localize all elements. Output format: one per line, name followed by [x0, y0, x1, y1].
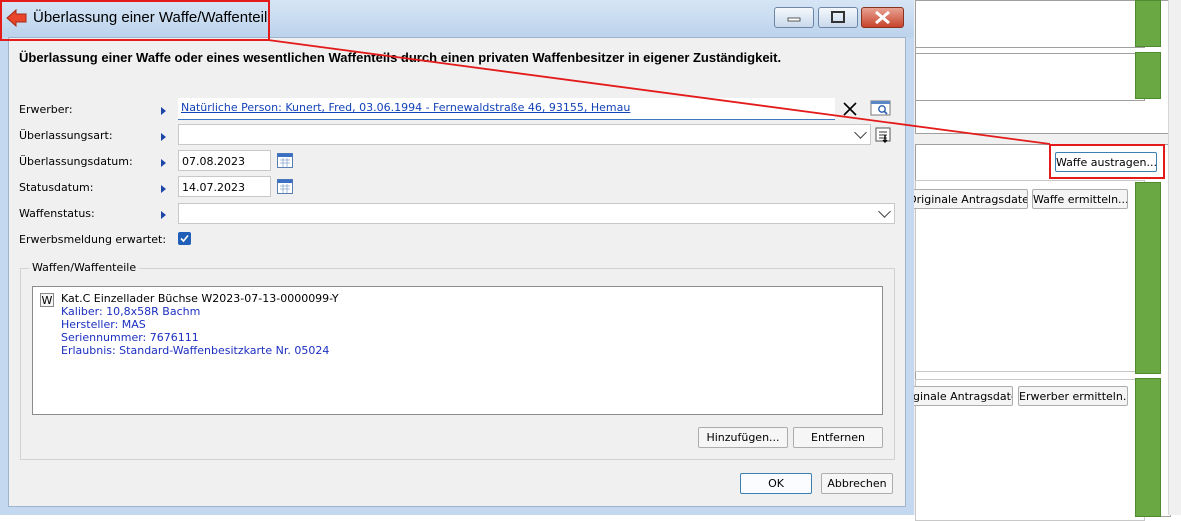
annotation-connector-line	[267, 39, 1051, 145]
